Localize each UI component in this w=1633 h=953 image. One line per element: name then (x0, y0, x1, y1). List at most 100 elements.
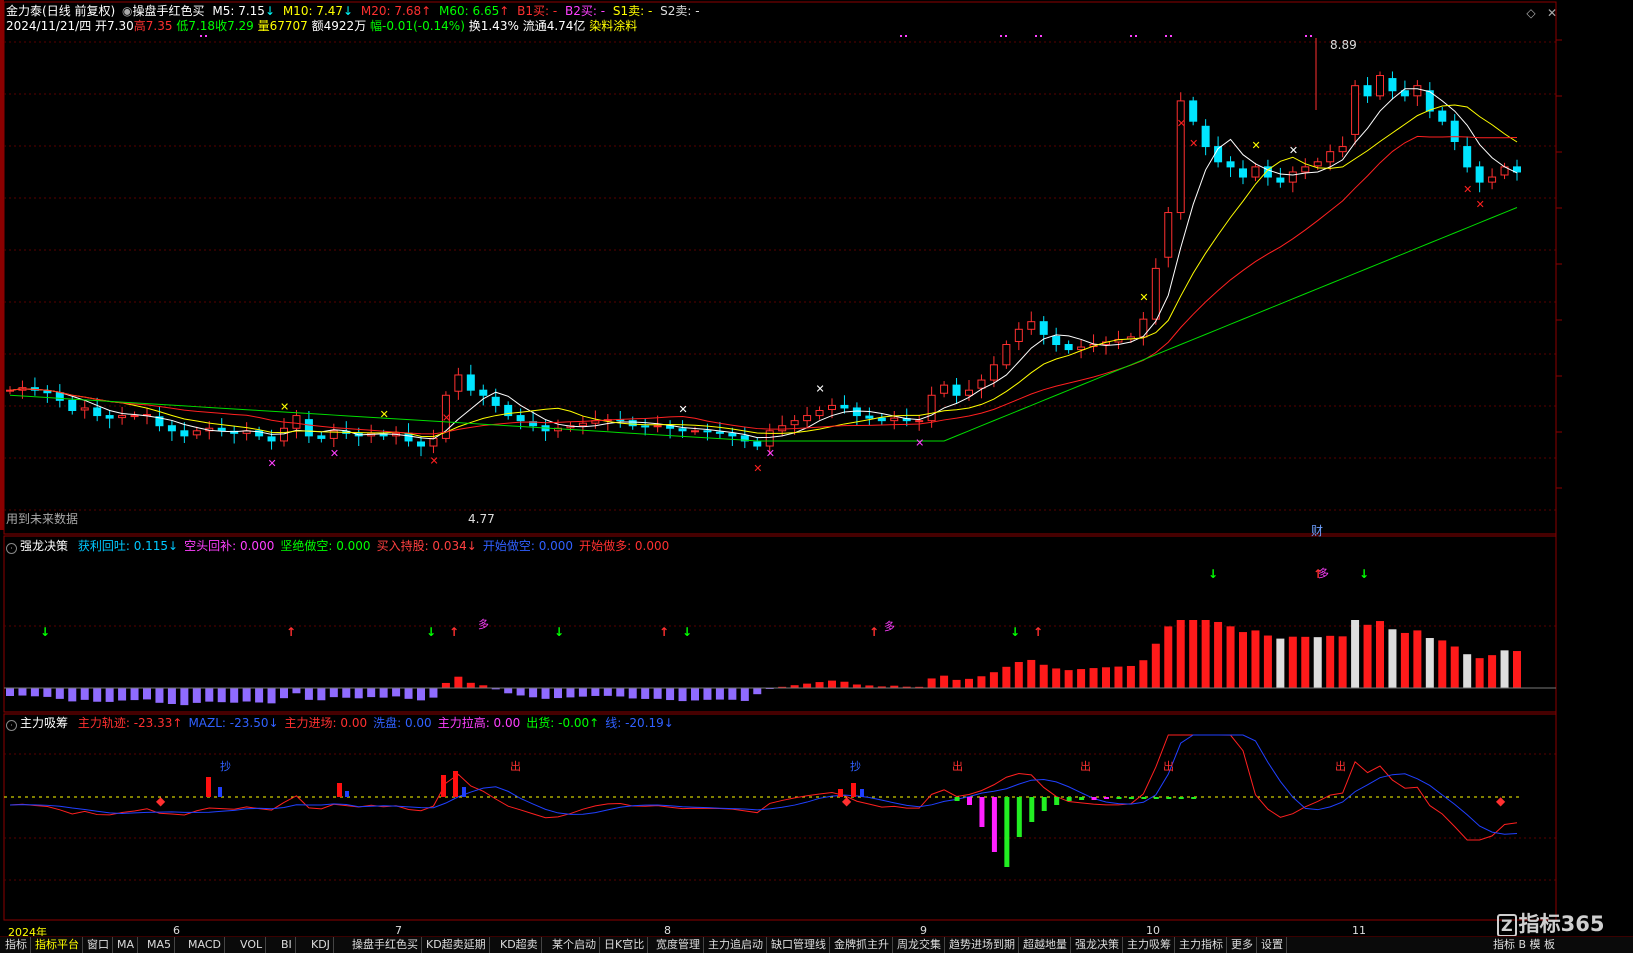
tab-KD超卖[interactable]: KD超卖 (497, 937, 542, 953)
tab-MA5[interactable]: MA5 (144, 937, 176, 953)
candle-body (1251, 166, 1260, 178)
candle-body (952, 384, 961, 396)
panel1-bar (1488, 655, 1497, 688)
panel1-bar (1338, 636, 1347, 688)
tab-KD超卖延期[interactable]: KD超卖延期 (423, 937, 490, 953)
finance-marker[interactable]: 财 (1311, 524, 1323, 538)
s2-value: S2卖: - (660, 4, 700, 18)
header-line-2: 2024/11/21/四 开7.30高7.35 低7.18收7.29 量6770… (6, 19, 637, 33)
candle-body (1226, 161, 1235, 168)
tab-指标平台[interactable]: 指标平台 (32, 937, 83, 953)
candle-body (491, 396, 500, 406)
panel2-name[interactable]: 主力吸筹 (20, 716, 68, 730)
tab-BI[interactable]: BI (278, 937, 296, 953)
tab-趋势进场到期[interactable]: 趋势进场到期 (946, 937, 1019, 953)
tab-指标[interactable]: 指标 (2, 937, 31, 953)
candle-body (691, 430, 699, 433)
panel1-bar (118, 688, 127, 701)
candle-body (1151, 267, 1160, 320)
candle-body (1276, 177, 1285, 183)
collapse-icon[interactable]: ◇ (1524, 6, 1538, 20)
panel2-red-bar (337, 783, 342, 797)
panel1-bar (1301, 636, 1310, 688)
panel1-bar (989, 672, 998, 688)
left-edge-bar (0, 0, 4, 530)
panel2-bar (1141, 797, 1147, 799)
ma5-arrow-icon: ↓ (264, 4, 275, 18)
tab-周龙交集[interactable]: 周龙交集 (894, 937, 945, 953)
tab-日K宫比[interactable]: 日K宫比 (601, 937, 649, 953)
candle-body (852, 407, 861, 417)
tab-操盘手红色买[interactable]: 操盘手红色买 (349, 937, 422, 953)
brand-logo: Z 指标365 (1497, 908, 1604, 938)
quote-date: 2024/11/21/四 (6, 19, 92, 33)
tab-主力吸筹[interactable]: 主力吸筹 (1124, 937, 1175, 953)
tab-主力指标[interactable]: 主力指标 (1176, 937, 1227, 953)
template-button[interactable]: 指标 B 模 板 (1490, 937, 1558, 953)
candle-body (417, 441, 425, 447)
panel1-bar (1500, 650, 1509, 688)
panel1-bar (267, 688, 276, 704)
panel1-bar (1351, 620, 1360, 688)
panel2-bar (1054, 797, 1060, 805)
candle-body (429, 437, 438, 447)
stock-name: 金力泰 (6, 4, 43, 18)
tab-强龙决策[interactable]: 强龙决策 (1072, 937, 1123, 953)
panel2-value: 主力轨迹: -23.33↑ (77, 716, 183, 730)
tab-超越地量[interactable]: 超越地量 (1020, 937, 1071, 953)
tab-宽度管理[interactable]: 宽度管理 (653, 937, 704, 953)
close-icon[interactable]: ✕ (1545, 6, 1559, 20)
panel2-red-bar (206, 777, 211, 797)
stock-chart-canvas[interactable]: ✕✕ ✕✕✕✕ ✕✕✕✕✕✕✕✕✕✕✕✕↓ ↑ ↓ ↑ ↓ ↑ ↓ ↑ ↓ ↑↓ ↑ ↓多 多多◆ ◆ ◆抄 抄出… (0, 0, 1633, 952)
tab-缺口管理线[interactable]: 缺口管理线 (768, 937, 830, 953)
panel2-value: 洗盘: 0.00 (373, 716, 432, 730)
tab-MA[interactable]: MA (114, 937, 139, 953)
panel1-bar (392, 688, 401, 697)
panel2-bar (1166, 797, 1172, 799)
indicator-toggle-icon[interactable]: ◉ (122, 4, 132, 18)
panel1-bar (143, 688, 151, 700)
indicator-name[interactable]: 操盘手红色买 (133, 4, 205, 18)
tab-金牌抓主升[interactable]: 金牌抓主升 (831, 937, 893, 953)
panel1-bar (292, 688, 301, 694)
down-arrow-icon: ↓ (1359, 567, 1369, 581)
panel2-bar (967, 797, 972, 805)
top-dot (1135, 35, 1137, 37)
chu-label: 出 (1335, 759, 1346, 773)
panel2-red-bar (851, 783, 856, 797)
tab-KDJ[interactable]: KDJ (308, 937, 334, 953)
panel2-blue-bar (218, 787, 222, 797)
quote-high: 高7.35 (133, 19, 173, 33)
candle-body (628, 420, 637, 427)
candle-body (267, 436, 276, 442)
top-dot (1040, 35, 1042, 37)
tab-主力追启动[interactable]: 主力追启动 (705, 937, 767, 953)
candle-body (1064, 344, 1073, 351)
quote-concept[interactable]: 染料涂料 (589, 19, 637, 33)
tab-更多[interactable]: 更多 (1228, 937, 1257, 953)
tab-窗口[interactable]: 窗口 (84, 937, 113, 953)
panel2-value: MAZL: -23.50↓ (188, 716, 279, 730)
up-arrow-icon: ↑ (449, 625, 459, 639)
tab-设置[interactable]: 设置 (1258, 937, 1287, 953)
tab-MACD[interactable]: MACD (185, 937, 225, 953)
candle-body (753, 441, 762, 447)
panel1-bar (1214, 621, 1223, 688)
candle-body (890, 417, 899, 422)
panel1-bar (715, 688, 724, 700)
panel-settings-icon[interactable]: · (6, 543, 17, 554)
panel1-name[interactable]: 强龙决策 (20, 539, 68, 553)
quote-open: 开7.30 (95, 19, 134, 33)
candle-body (167, 425, 176, 432)
tab-VOL[interactable]: VOL (237, 937, 267, 953)
panel1-bar (205, 688, 214, 702)
sell-marker-icon: ✕ (1251, 139, 1260, 152)
panel2-bar (1191, 797, 1197, 799)
top-dot (1310, 35, 1312, 37)
duo-label: 多 (478, 617, 489, 631)
up-arrow-icon: ↑ (1033, 625, 1043, 639)
panel1-bar (1052, 668, 1061, 688)
panel1-bar (1139, 660, 1148, 688)
panel-settings-icon[interactable]: · (6, 720, 17, 731)
tab-某个启动[interactable]: 某个启动 (549, 937, 600, 953)
